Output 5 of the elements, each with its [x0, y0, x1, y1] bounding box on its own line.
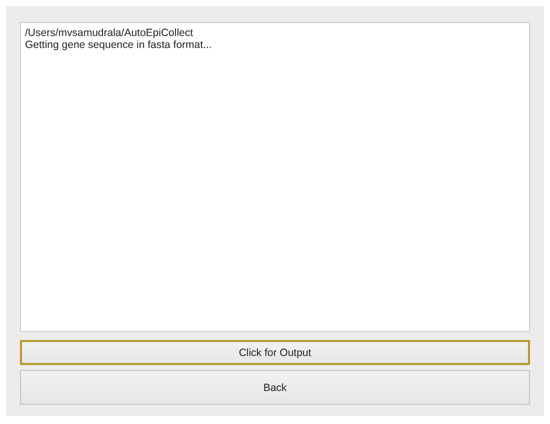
push-button[interactable]: Back [20, 370, 530, 405]
push-button[interactable]: Click for Output [20, 340, 530, 365]
output-text-area[interactable]: /Users/mvsamudrala/AutoEpiCollect Getting gene sequence in fasta format... [20, 22, 530, 332]
log-line: Getting gene sequence in fasta format... [25, 39, 213, 51]
log-line: /Users/mvsamudrala/AutoEpiCollect [25, 27, 194, 39]
